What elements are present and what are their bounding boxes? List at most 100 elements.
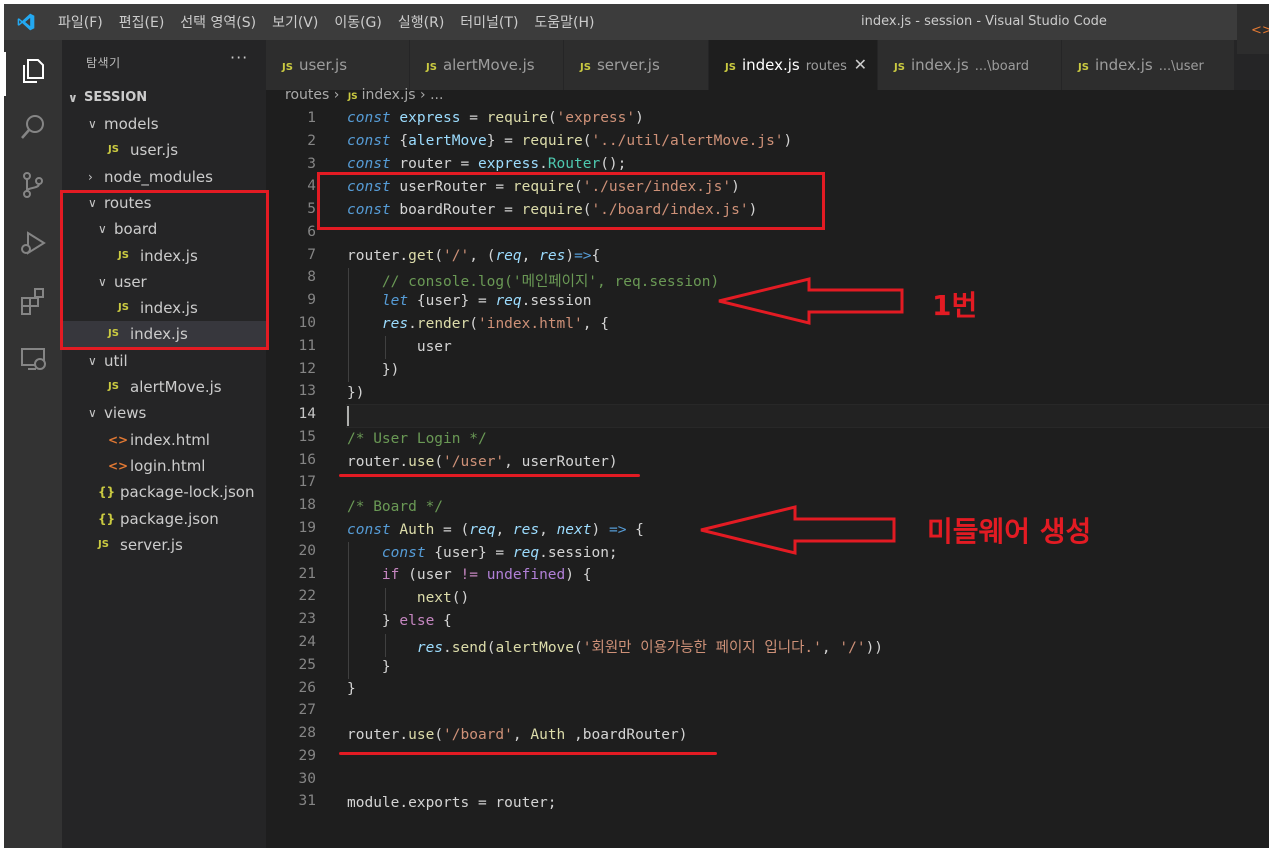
breadcrumb-folder[interactable]: routes	[285, 87, 329, 103]
tree-item[interactable]: <> index.html	[62, 427, 266, 453]
line-number: 29	[298, 747, 316, 764]
code-line-20: const {user} = req.session;	[381, 545, 618, 561]
code-line-8: // console.log('메인페이지', req.session)	[381, 274, 720, 290]
tree-item-label: user.js	[130, 141, 179, 160]
remote-explorer-icon[interactable]	[18, 344, 48, 374]
workspace-section-header[interactable]: ∨ SESSION	[62, 85, 266, 111]
annotation-box-routes	[60, 190, 269, 350]
code-line-31: module.exports = router;	[347, 795, 557, 811]
run-debug-icon[interactable]	[18, 228, 48, 258]
tree-item[interactable]: ∨ views	[62, 400, 266, 426]
tree-item[interactable]: JS alertMove.js	[62, 374, 266, 400]
title-bar: 파일(F) 편집(E) 선택 영역(S) 보기(V) 이동(G) 실행(R) 터미널(T) 도…	[4, 4, 1269, 40]
line-number: 12	[298, 360, 316, 377]
menu-item[interactable]: 터미널(T)	[452, 12, 526, 32]
workspace-name: SESSION	[84, 90, 148, 105]
explorer-icon[interactable]	[18, 56, 48, 86]
menu-item[interactable]: 실행(R)	[390, 12, 452, 32]
tab-overflow[interactable]: <>	[1237, 4, 1269, 54]
tree-item[interactable]: › node_modules	[62, 164, 266, 190]
editor-tab[interactable]: JS index.js routes ✕	[709, 40, 878, 90]
menu-item[interactable]: 도움말(H)	[526, 12, 602, 32]
js-file-icon: JS	[108, 144, 119, 156]
tree-item[interactable]: JS server.js	[62, 532, 266, 558]
source-control-icon[interactable]	[18, 170, 48, 200]
tree-item-label: package.json	[120, 509, 219, 528]
tab-description: routes	[805, 59, 847, 74]
code-line-26: }	[347, 681, 356, 697]
tree-item-label: models	[104, 115, 159, 133]
tree-item[interactable]: JS user.js	[62, 137, 266, 163]
code-line-7: router.get('/', (req, res)=>{	[347, 248, 601, 264]
editor-tab[interactable]: JS user.js	[266, 40, 410, 90]
tab-description: ...\board	[974, 59, 1030, 74]
tab-label: user.js	[298, 56, 348, 74]
tree-item[interactable]: ∨ models	[62, 111, 266, 137]
tab-label: index.js	[910, 56, 969, 74]
breadcrumb-separator-icon: ›	[333, 87, 344, 103]
tab-label: index.js	[1094, 56, 1153, 74]
html-file-icon: <>	[108, 458, 129, 473]
line-number: 3	[307, 155, 316, 172]
line-number: 24	[298, 633, 316, 650]
annotation-underline-user	[339, 474, 640, 477]
editor-tab[interactable]: JS alertMove.js	[410, 40, 564, 90]
js-file-icon: JS	[725, 62, 736, 73]
line-number: 19	[298, 520, 316, 537]
editor-tab[interactable]: JS server.js	[564, 40, 709, 90]
line-number: 10	[298, 315, 316, 332]
tab-description: ...\user	[1158, 59, 1204, 74]
js-file-icon: JS	[282, 62, 293, 73]
line-number: 4	[307, 178, 316, 195]
menu-item[interactable]: 편집(E)	[111, 12, 173, 32]
line-number: 31	[298, 793, 316, 810]
annotation-arrow-2	[700, 505, 896, 555]
breadcrumb-file[interactable]: index.js	[362, 87, 416, 103]
code-line-24: res.send(alertMove('회원만 이용가능한 페이지 입니다.',…	[416, 640, 884, 656]
editor-tab[interactable]: JS index.js ...\board	[878, 40, 1062, 90]
editor-tabs: JS user.js JS alertMove.js JS server.js JS inde…	[266, 40, 1269, 90]
code-line-3: const router = express.Router();	[347, 156, 627, 172]
js-file-icon: JS	[98, 538, 109, 550]
line-number: 20	[298, 542, 316, 559]
tree-item-label: login.html	[130, 456, 206, 475]
js-file-icon: JS	[894, 62, 905, 73]
code-line-9: let {user} = req.session	[381, 293, 592, 309]
js-file-icon: JS	[347, 92, 358, 102]
tree-item-label: package-lock.json	[120, 483, 255, 502]
more-actions-icon[interactable]: ···	[230, 48, 248, 67]
tree-item[interactable]: {} package.json	[62, 506, 266, 532]
annotation-label-middleware: 미들웨어 생성	[927, 515, 1092, 548]
current-line-highlight	[346, 404, 1269, 428]
annotation-underline-board	[339, 752, 717, 755]
menu-item[interactable]: 보기(V)	[264, 12, 326, 32]
activity-bar	[4, 40, 62, 848]
breadcrumb-symbol[interactable]: ...	[430, 87, 443, 103]
menu-item[interactable]: 이동(G)	[326, 12, 390, 32]
menu-item[interactable]: 파일(F)	[50, 12, 111, 32]
line-number: 6	[307, 223, 316, 240]
code-line-19: const Auth = (req, res, next) => {	[347, 522, 644, 538]
tree-item[interactable]: ∨ util	[62, 348, 266, 374]
code-line-12: })	[347, 362, 400, 378]
editor-tab[interactable]: JS index.js ...\user	[1062, 40, 1235, 90]
menu-item[interactable]: 선택 영역(S)	[172, 12, 264, 32]
tree-item[interactable]: {} package-lock.json	[62, 479, 266, 505]
tree-item[interactable]: <> login.html	[62, 453, 266, 479]
line-number: 17	[298, 474, 316, 491]
line-number: 1	[307, 110, 316, 126]
close-tab-icon[interactable]: ✕	[854, 40, 867, 90]
extensions-icon[interactable]	[18, 286, 48, 316]
menu-bar: 파일(F) 편집(E) 선택 영역(S) 보기(V) 이동(G) 실행(R) 터미널(T) 도…	[50, 4, 603, 40]
text-cursor	[347, 406, 349, 426]
line-number: 8	[307, 269, 316, 286]
code-line-16: router.use('/user', userRouter)	[347, 454, 618, 470]
line-number: 13	[298, 383, 316, 400]
search-icon[interactable]	[18, 112, 48, 142]
js-file-icon: JS	[1078, 62, 1089, 73]
line-number: 18	[298, 497, 316, 514]
annotation-box-requires	[317, 172, 825, 230]
chevron-down-icon: ∨	[88, 117, 97, 131]
code-line-1: const express = require('express')	[347, 110, 644, 126]
tree-item-label: server.js	[120, 535, 183, 554]
